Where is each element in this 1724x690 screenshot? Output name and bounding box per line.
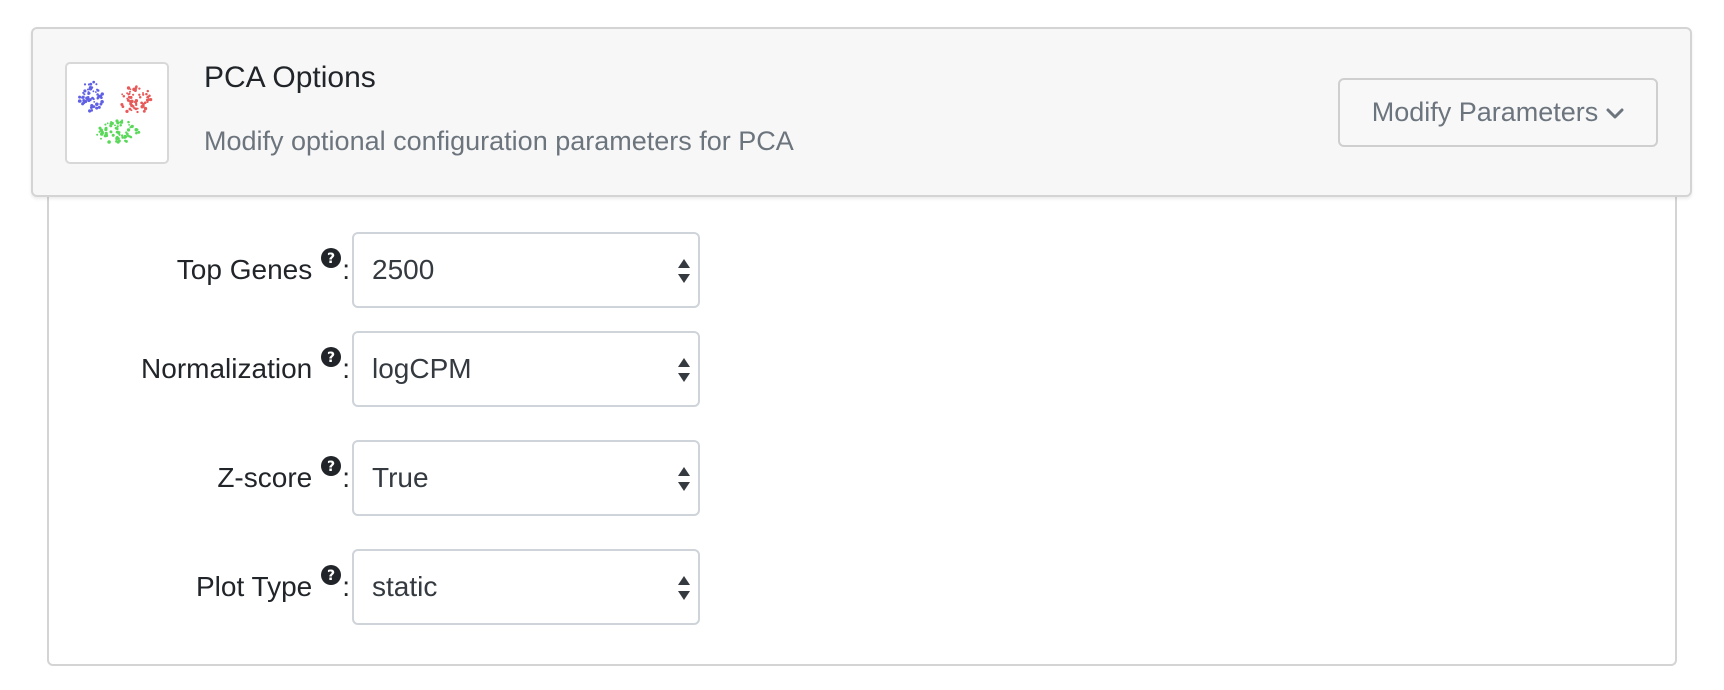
top-genes-label-text: Top Genes (176, 254, 313, 285)
svg-text:?: ? (327, 568, 335, 584)
form-row-top-genes: Top Genes ? : 2500 (49, 232, 1675, 308)
normalization-select[interactable]: logCPM (352, 331, 700, 407)
pca-scatter-thumbnail-graphic (77, 80, 153, 144)
modify-parameters-label: Modify Parameters (1371, 97, 1599, 127)
normalization-label: Normalization ? : (141, 331, 350, 407)
svg-text:?: ? (327, 459, 335, 475)
card-subtitle: Modify optional configuration parameters… (204, 126, 794, 156)
plot-type-select[interactable]: static (352, 549, 700, 625)
form-row-z-score: Z-score ? : True (49, 440, 1675, 516)
svg-text:?: ? (327, 251, 335, 267)
question-circle-icon[interactable]: ? (321, 565, 342, 585)
z-score-value: True (372, 462, 429, 493)
pca-options-form: Top Genes ? : 2500 Normalization ? : log… (47, 190, 1677, 666)
select-updown-arrows-icon (677, 356, 691, 384)
form-row-plot-type: Plot Type ? : static (49, 549, 1675, 625)
question-circle-icon[interactable]: ? (321, 347, 342, 367)
modify-parameters-button[interactable]: Modify Parameters (1338, 78, 1658, 147)
z-score-label-text: Z-score (217, 462, 313, 493)
plot-type-label: Plot Type ? : (196, 549, 350, 625)
select-updown-arrows-icon (677, 574, 691, 602)
label-colon: : (342, 353, 350, 384)
chevron-down-icon (1606, 104, 1624, 122)
z-score-label: Z-score ? : (217, 440, 350, 516)
pca-options-card-header: PCA Options Modify optional configuratio… (31, 27, 1692, 197)
svg-text:?: ? (327, 350, 335, 366)
pca-scatter-thumbnail-icon (65, 62, 169, 164)
normalization-value: logCPM (372, 353, 472, 384)
card-title: PCA Options (204, 61, 376, 94)
plot-type-label-text: Plot Type (195, 571, 313, 602)
label-colon: : (342, 254, 350, 285)
question-circle-icon[interactable]: ? (321, 248, 342, 268)
top-genes-label: Top Genes ? : (177, 232, 350, 308)
top-genes-select[interactable]: 2500 (352, 232, 700, 308)
select-updown-arrows-icon (677, 465, 691, 493)
top-genes-value: 2500 (372, 254, 435, 285)
plot-type-value: static (372, 571, 438, 602)
label-colon: : (342, 462, 350, 493)
select-updown-arrows-icon (677, 257, 691, 285)
z-score-select[interactable]: True (352, 440, 700, 516)
form-row-normalization: Normalization ? : logCPM (49, 331, 1675, 407)
normalization-label-text: Normalization (141, 353, 313, 384)
label-colon: : (342, 571, 350, 602)
question-circle-icon[interactable]: ? (321, 456, 342, 476)
